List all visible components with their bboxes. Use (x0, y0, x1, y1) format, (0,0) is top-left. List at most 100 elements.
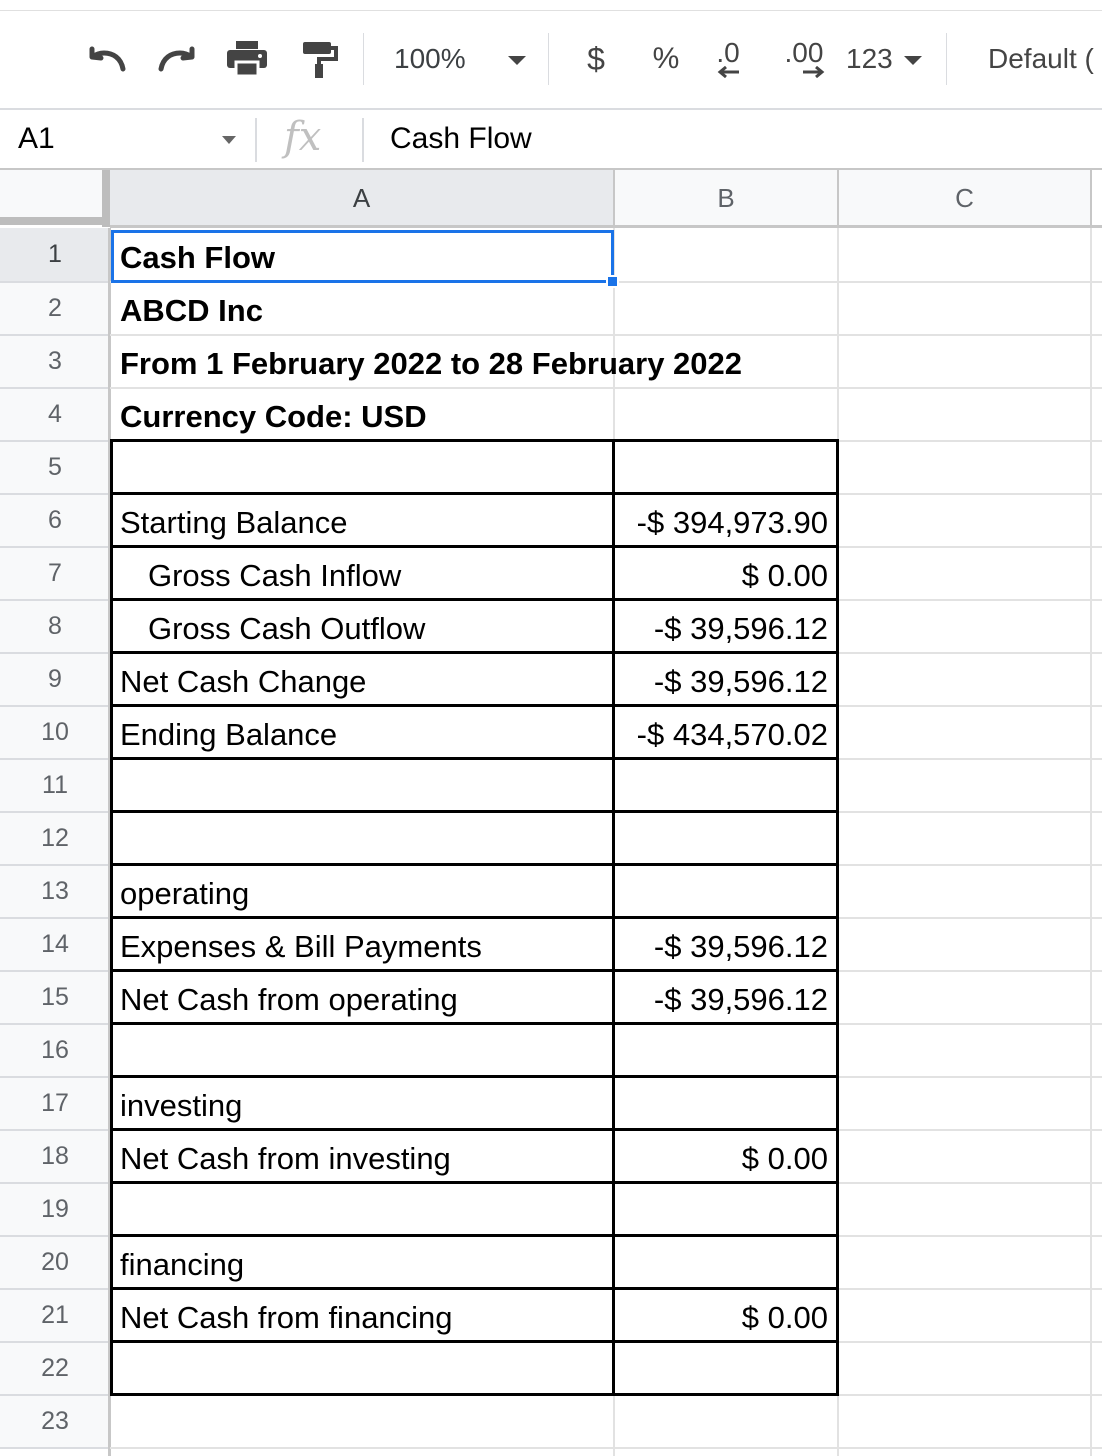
font-family-label: Default ( (988, 43, 1094, 74)
row-header-17[interactable]: 17 (0, 1078, 110, 1131)
cell-a9[interactable]: Net Cash Change (112, 655, 366, 708)
toolbar: 100% $ % .0 .00 123 Default ( (0, 11, 1102, 108)
select-all-corner[interactable] (0, 170, 102, 217)
cell-a17[interactable]: investing (112, 1079, 242, 1132)
column-header-c[interactable]: C (839, 170, 1092, 227)
row-header-23[interactable]: 23 (0, 1396, 110, 1449)
undo-button[interactable] (84, 39, 132, 79)
arrow-right-icon (801, 66, 827, 78)
table-border (110, 492, 839, 495)
font-family-select[interactable]: Default ( (988, 39, 1102, 79)
frozen-row-handle[interactable] (0, 217, 110, 225)
cell-b8[interactable]: -$ 39,596.12 (614, 602, 836, 655)
row-header-20[interactable]: 20 (0, 1237, 110, 1290)
paint-format-icon (299, 39, 339, 79)
cell-b7[interactable]: $ 0.00 (614, 549, 836, 602)
print-button[interactable] (222, 39, 272, 79)
row-header-14[interactable]: 14 (0, 919, 110, 972)
cell-b18[interactable]: $ 0.00 (614, 1132, 836, 1185)
cell-a4[interactable]: Currency Code: USD (112, 390, 427, 443)
row-header-12[interactable]: 12 (0, 813, 110, 866)
dollar-icon: $ (587, 40, 605, 77)
cell-a6[interactable]: Starting Balance (112, 496, 347, 549)
row-header-3[interactable]: 3 (0, 336, 110, 389)
row-header-19[interactable]: 19 (0, 1184, 110, 1237)
number-format-select[interactable]: 123 (846, 39, 926, 79)
increase-decimal-label: .00 (784, 37, 824, 68)
column-header-a[interactable]: A (110, 170, 615, 227)
cell-a15[interactable]: Net Cash from operating (112, 973, 458, 1026)
row-header-16[interactable]: 16 (0, 1025, 110, 1078)
row-header-15[interactable]: 15 (0, 972, 110, 1025)
cell-a18[interactable]: Net Cash from investing (112, 1132, 451, 1185)
arrow-left-icon (715, 66, 741, 78)
row-header-9[interactable]: 9 (0, 654, 110, 707)
formula-bar: A1 fx Cash Flow (0, 110, 1102, 168)
table-border (110, 863, 839, 866)
zoom-value: 100% (394, 43, 466, 74)
undo-icon (87, 44, 129, 74)
zoom-dropdown-icon (508, 56, 526, 65)
cell-a20[interactable]: financing (112, 1238, 244, 1291)
column-header-b[interactable]: B (615, 170, 839, 227)
redo-icon (155, 44, 197, 74)
paint-format-button[interactable] (296, 39, 342, 79)
cell-a14[interactable]: Expenses & Bill Payments (112, 920, 482, 973)
print-icon (225, 40, 269, 78)
decrease-decimal-label: .0 (716, 37, 740, 68)
increase-decimal-button[interactable]: .00 (776, 39, 832, 79)
table-border (110, 1393, 839, 1396)
formula-input[interactable]: Cash Flow (390, 122, 532, 156)
row-header-13[interactable]: 13 (0, 866, 110, 919)
row-header-7[interactable]: 7 (0, 548, 110, 601)
name-box-value: A1 (18, 122, 55, 155)
percent-icon: % (652, 42, 680, 75)
row-header-1[interactable]: 1 (0, 228, 110, 283)
row-header-11[interactable]: 11 (0, 760, 110, 813)
redo-button[interactable] (152, 39, 200, 79)
row-header-10[interactable]: 10 (0, 707, 110, 760)
column-header-bottom-border (110, 225, 1102, 228)
toolbar-separator (363, 33, 364, 85)
zoom-select[interactable]: 100% (394, 39, 534, 79)
cell-b10[interactable]: -$ 434,570.02 (614, 708, 836, 761)
number-format-label: 123 (846, 43, 893, 74)
decrease-decimal-button[interactable]: .0 (706, 39, 750, 79)
percent-format-button[interactable]: % (646, 39, 686, 79)
cell-b21[interactable]: $ 0.00 (614, 1291, 836, 1344)
gridline (110, 1447, 1102, 1449)
gridline (1090, 228, 1092, 1456)
cell-a21[interactable]: Net Cash from financing (112, 1291, 453, 1344)
cell-a8[interactable]: Gross Cash Outflow (112, 602, 425, 655)
fill-handle[interactable] (606, 275, 619, 288)
cell-b15[interactable]: -$ 39,596.12 (614, 973, 836, 1026)
row-header-6[interactable]: 6 (0, 495, 110, 548)
cell-a2[interactable]: ABCD Inc (112, 284, 263, 337)
currency-format-button[interactable]: $ (576, 39, 616, 79)
row-header-2[interactable]: 2 (0, 283, 110, 336)
table-border (836, 439, 839, 1396)
toolbar-separator (946, 33, 947, 85)
active-cell-selection (111, 230, 614, 283)
cell-b9[interactable]: -$ 39,596.12 (614, 655, 836, 708)
name-box[interactable]: A1 (0, 110, 250, 168)
formula-bar-separator (255, 118, 257, 162)
cell-a10[interactable]: Ending Balance (112, 708, 337, 761)
toolbar-separator (548, 33, 549, 85)
row-header-8[interactable]: 8 (0, 601, 110, 654)
row-header-5[interactable]: 5 (0, 442, 110, 495)
cell-a13[interactable]: operating (112, 867, 249, 920)
cell-b6[interactable]: -$ 394,973.90 (614, 496, 836, 549)
row-header-22[interactable]: 22 (0, 1343, 110, 1396)
cell-a3[interactable]: From 1 February 2022 to 28 February 2022 (112, 337, 742, 390)
table-border (110, 810, 839, 813)
fx-icon: fx (284, 114, 322, 160)
name-box-dropdown-icon[interactable] (222, 136, 236, 144)
table-border (110, 1075, 839, 1078)
row-header-4[interactable]: 4 (0, 389, 110, 442)
cell-b14[interactable]: -$ 39,596.12 (614, 920, 836, 973)
row-header-21[interactable]: 21 (0, 1290, 110, 1343)
cell-a7[interactable]: Gross Cash Inflow (112, 549, 401, 602)
formula-bar-separator (362, 118, 364, 162)
row-header-18[interactable]: 18 (0, 1131, 110, 1184)
